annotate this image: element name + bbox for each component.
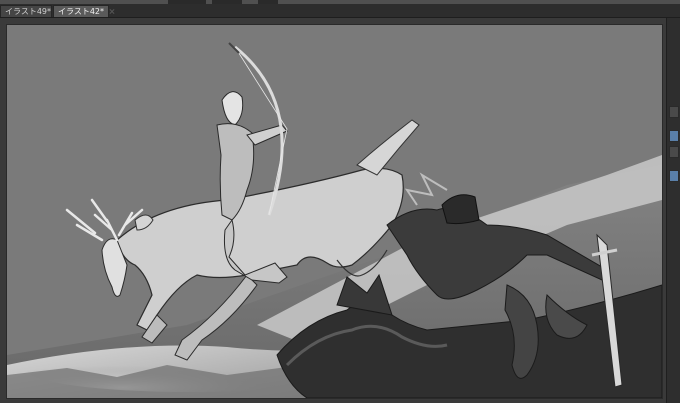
panel-toggle-button[interactable]: [669, 170, 679, 182]
app-window: イラスト49* イラスト42*: [0, 0, 680, 403]
artwork-illustration: [7, 25, 662, 398]
canvas-workspace: [0, 18, 680, 403]
panel-toggle-button[interactable]: [669, 146, 679, 158]
panel-toggle-button[interactable]: [669, 106, 679, 118]
tab-label: イラスト49*: [5, 7, 52, 16]
tab-illust-42[interactable]: イラスト42*: [53, 5, 109, 17]
drawing-canvas[interactable]: [7, 25, 662, 398]
panel-toggle-button[interactable]: [669, 130, 679, 142]
document-tab-bar: イラスト49* イラスト42*: [0, 4, 680, 18]
right-panel-strip: [666, 18, 680, 403]
tab-illust-49[interactable]: イラスト49*: [0, 5, 52, 17]
tab-label: イラスト42*: [58, 7, 105, 16]
